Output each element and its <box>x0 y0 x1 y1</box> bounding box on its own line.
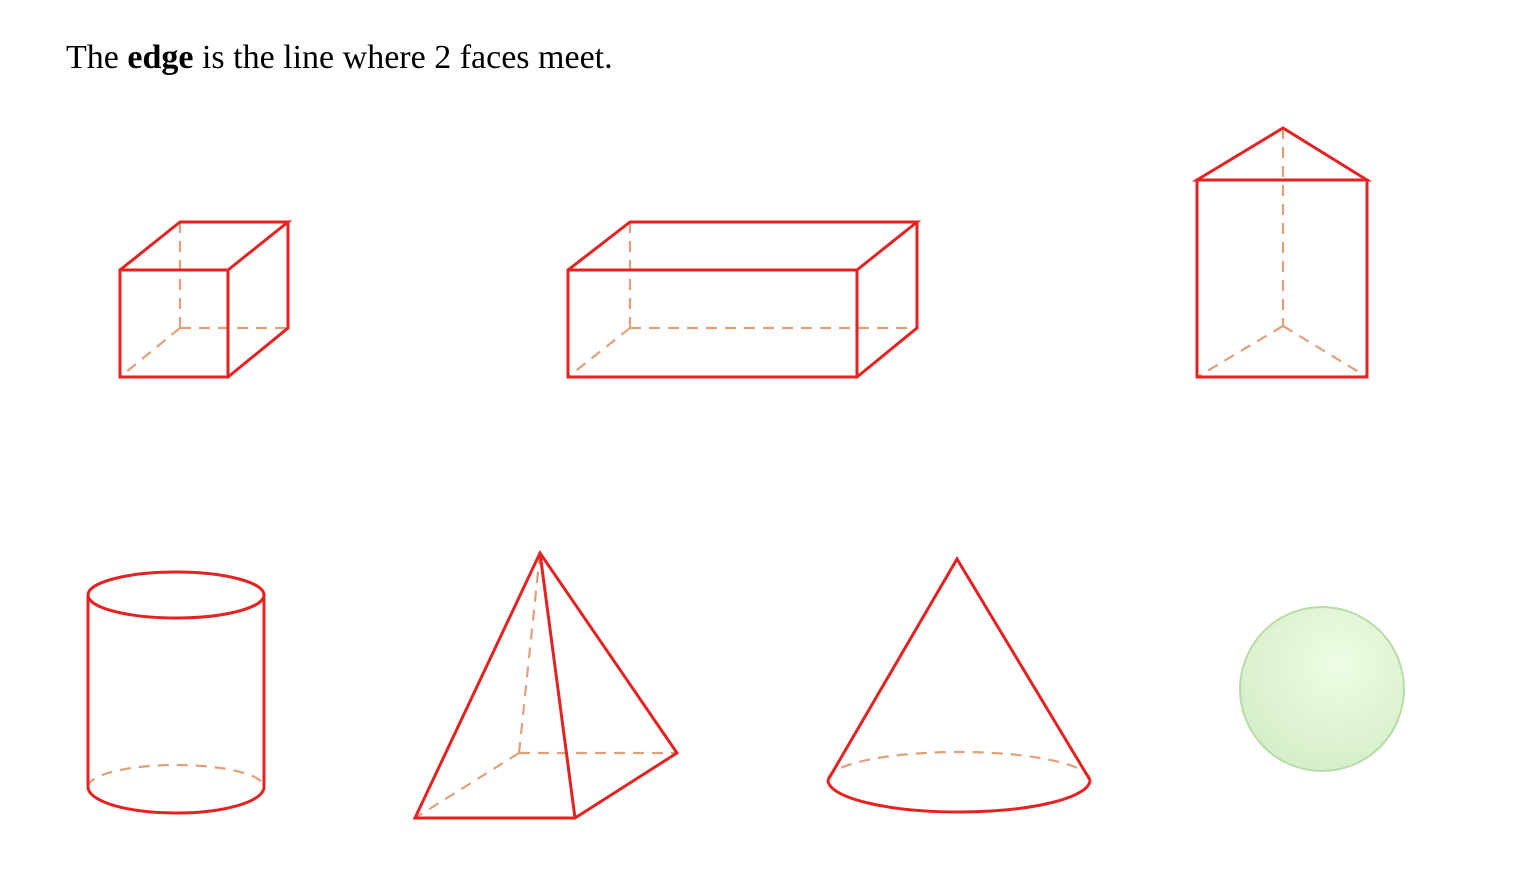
cuboid-shape <box>566 220 922 379</box>
triangular-prism-shape <box>1191 126 1373 379</box>
cone-shape <box>826 556 1092 814</box>
square-pyramid-shape <box>412 549 680 820</box>
solid-shapes-figure <box>86 126 1405 820</box>
cube-shape <box>118 220 293 379</box>
sphere-shape <box>1239 606 1405 772</box>
cylinder-shape <box>86 570 266 815</box>
